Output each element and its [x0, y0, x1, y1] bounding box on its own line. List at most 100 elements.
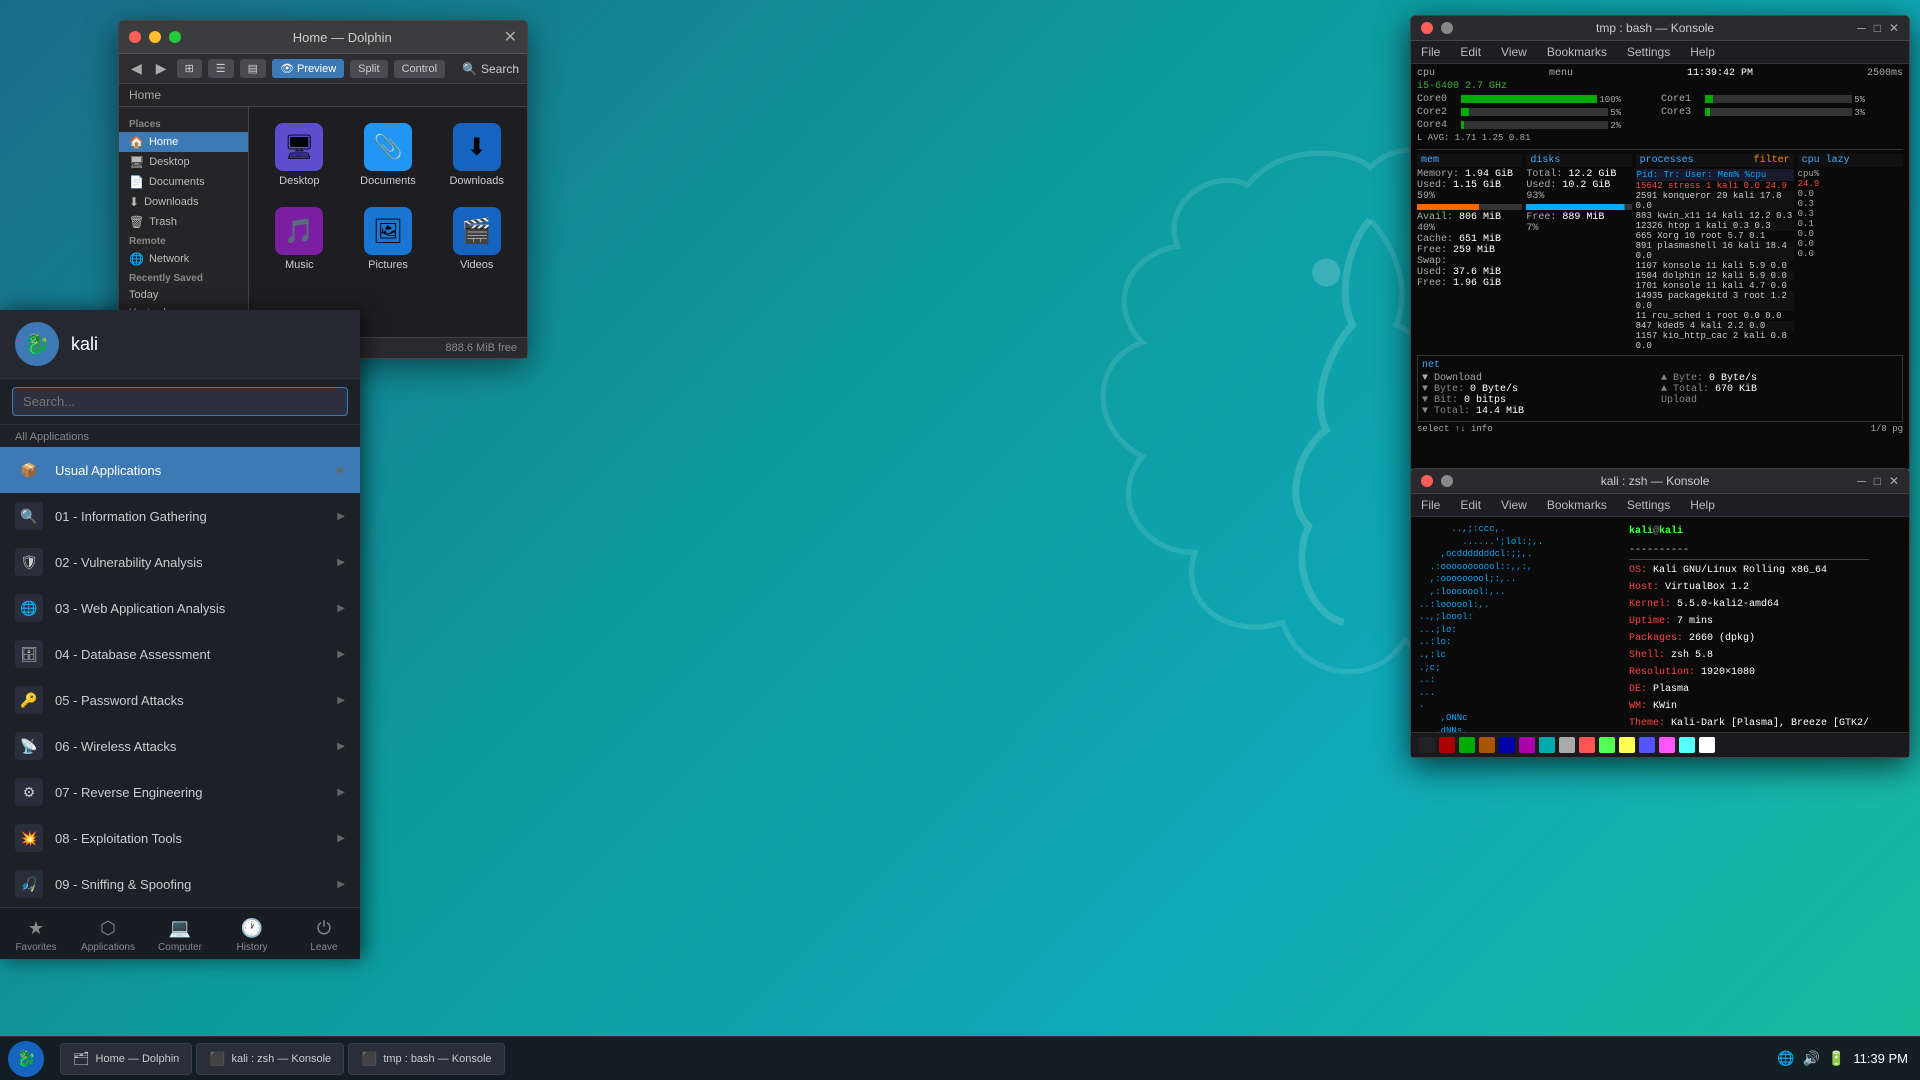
- swap-free: 1.96 GiB: [1453, 278, 1501, 289]
- launcher-reverse-engineering[interactable]: ⚙ 07 - Reverse Engineering ▶: [0, 769, 360, 815]
- footer-applications[interactable]: ⬡ Applications: [72, 908, 144, 959]
- videos-folder-icon: 🎬: [453, 207, 501, 255]
- konsole-top-max-icon[interactable]: □: [1874, 21, 1881, 35]
- konsole-top-file-menu[interactable]: File: [1417, 43, 1444, 61]
- launcher-password-attacks[interactable]: 🔑 05 - Password Attacks ▶: [0, 677, 360, 723]
- view-list-button[interactable]: ☰: [208, 59, 234, 78]
- taskbar-bash-btn[interactable]: ⬛ tmp : bash — Konsole: [348, 1043, 504, 1075]
- core1-pct: 5%: [1854, 95, 1865, 105]
- launcher-sniffing-spoofing[interactable]: 🎣 09 - Sniffing & Spoofing ▶: [0, 861, 360, 907]
- pagination: 1/8 pg: [1871, 424, 1903, 434]
- battery-tray-icon[interactable]: 🔋: [1828, 1050, 1845, 1067]
- taskbar-dolphin-btn[interactable]: 🗂 Home — Dolphin: [60, 1043, 192, 1075]
- konsole-bottom-edit-menu[interactable]: Edit: [1456, 496, 1485, 514]
- konsole-top-bookmarks-menu[interactable]: Bookmarks: [1543, 43, 1611, 61]
- mem-total: 1.94 GiB: [1465, 169, 1513, 180]
- music-folder-icon: 🎵: [275, 207, 323, 255]
- sidebar-item-today[interactable]: Today: [119, 286, 248, 304]
- minimize-button[interactable]: [149, 31, 161, 43]
- process-row-stress: 15642 stress 1 kali 0.0 24.9: [1636, 181, 1794, 191]
- downloads-icon: ⬇: [129, 195, 139, 209]
- konsole-bottom-view-menu[interactable]: View: [1497, 496, 1531, 514]
- launcher-db-assessment[interactable]: 🗄 04 - Database Assessment ▶: [0, 631, 360, 677]
- file-item-documents[interactable]: 📎 Documents: [348, 117, 429, 193]
- konsole-bottom-settings-menu[interactable]: Settings: [1623, 496, 1674, 514]
- kali-logo-icon: 🐉: [16, 1049, 36, 1069]
- konsole-top-min-icon[interactable]: ─: [1857, 21, 1866, 35]
- footer-computer[interactable]: 💻 Computer: [144, 908, 216, 959]
- konsole-top-edit-menu[interactable]: Edit: [1456, 43, 1485, 61]
- zsh-taskbar-label: kali : zsh — Konsole: [231, 1053, 331, 1065]
- launcher-web-analysis[interactable]: 🌐 03 - Web Application Analysis ▶: [0, 585, 360, 631]
- mem-bar: [1417, 204, 1522, 210]
- control-button[interactable]: Control: [394, 60, 445, 78]
- file-item-desktop[interactable]: 🖥 Desktop: [259, 117, 340, 193]
- footer-favorites[interactable]: ★ Favorites: [0, 908, 72, 959]
- split-button[interactable]: Split: [350, 60, 387, 78]
- file-item-music[interactable]: 🎵 Music: [259, 201, 340, 277]
- dl-byte: 0 Byte/s: [1470, 384, 1518, 395]
- core4-pct: 2%: [1610, 121, 1621, 131]
- launcher-footer: ★ Favorites ⬡ Applications 💻 Computer 🕐 …: [0, 907, 360, 959]
- konsole-bottom-help-menu[interactable]: Help: [1686, 496, 1719, 514]
- forward-button[interactable]: ▶: [152, 58, 171, 79]
- taskbar-zsh-btn[interactable]: ⬛ kali : zsh — Konsole: [196, 1043, 344, 1075]
- usual-apps-icon: 📦: [15, 456, 43, 484]
- konsole-top-window: tmp : bash — Konsole ─ □ ✕ File Edit Vie…: [1410, 15, 1910, 470]
- dolphin-taskbar-label: Home — Dolphin: [96, 1053, 180, 1065]
- mem-header: mem: [1417, 154, 1522, 167]
- sidebar-item-downloads[interactable]: ⬇ Downloads: [119, 192, 248, 212]
- file-item-downloads[interactable]: ⬇ Downloads: [436, 117, 517, 193]
- sidebar-item-documents[interactable]: 📄 Documents: [119, 172, 248, 192]
- footer-history[interactable]: 🕐 History: [216, 908, 288, 959]
- back-button[interactable]: ◀: [127, 58, 146, 79]
- launcher-exploitation-tools[interactable]: 💥 08 - Exploitation Tools ▶: [0, 815, 360, 861]
- konsole-top-view-menu[interactable]: View: [1497, 43, 1531, 61]
- maximize-button[interactable]: [169, 31, 181, 43]
- konsole-bottom-close[interactable]: [1421, 475, 1433, 487]
- cpu-core3-row: Core3 3%: [1661, 107, 1903, 118]
- konsole-bottom-min-icon[interactable]: ─: [1857, 474, 1866, 488]
- sidebar-item-network[interactable]: 🌐 Network: [119, 249, 248, 269]
- konsole-top-close[interactable]: [1421, 22, 1433, 34]
- launcher-wireless-attacks[interactable]: 📡 06 - Wireless Attacks ▶: [0, 723, 360, 769]
- disk-free-pct: 7%: [1526, 223, 1631, 234]
- color-dark-yellow: [1479, 737, 1495, 753]
- launcher-vuln-analysis[interactable]: 🛡 02 - Vulnerability Analysis ▶: [0, 539, 360, 585]
- launcher-usual-apps[interactable]: 📦 Usual Applications ▶: [0, 447, 360, 493]
- launcher-info-gathering[interactable]: 🔍 01 - Information Gathering ▶: [0, 493, 360, 539]
- konsole-bottom-max-icon[interactable]: □: [1874, 474, 1881, 488]
- videos-label: Videos: [460, 259, 493, 271]
- konsole-top-title: tmp : bash — Konsole: [1461, 21, 1849, 35]
- konsole-bottom-file-menu[interactable]: File: [1417, 496, 1444, 514]
- close-button[interactable]: [129, 31, 141, 43]
- mem-used: 1.15 GiB: [1453, 180, 1501, 191]
- file-item-videos[interactable]: 🎬 Videos: [436, 201, 517, 277]
- color-dark-magenta: [1519, 737, 1535, 753]
- konsole-bottom-bookmarks-menu[interactable]: Bookmarks: [1543, 496, 1611, 514]
- footer-leave[interactable]: ⏻ Leave: [288, 908, 360, 959]
- file-item-pictures[interactable]: 🖼 Pictures: [348, 201, 429, 277]
- kali-menu-button[interactable]: 🐉: [8, 1041, 44, 1077]
- launcher-search-input[interactable]: [12, 387, 348, 416]
- volume-tray-icon[interactable]: 🔊: [1802, 1050, 1819, 1067]
- launcher-avatar: 🐉: [15, 322, 59, 366]
- sidebar-item-desktop[interactable]: 🖥 Desktop: [119, 152, 248, 172]
- konsole-top-close-icon[interactable]: ✕: [1889, 21, 1899, 35]
- db-assessment-icon: 🗄: [15, 640, 43, 668]
- view-icons-button[interactable]: ⊞: [177, 59, 202, 78]
- view-details-button[interactable]: ▤: [240, 59, 266, 78]
- search-label[interactable]: Search: [481, 62, 519, 76]
- taskbar-clock-display[interactable]: 11:39 PM: [1853, 1051, 1908, 1066]
- konsole-top-help-menu[interactable]: Help: [1686, 43, 1719, 61]
- konsole-top-dot: [1441, 22, 1453, 34]
- dolphin-close-icon[interactable]: ✕: [504, 27, 517, 47]
- preview-button[interactable]: 👁 Preview: [272, 59, 344, 78]
- konsole-top-settings-menu[interactable]: Settings: [1623, 43, 1674, 61]
- sidebar-item-trash[interactable]: 🗑 Trash: [119, 212, 248, 232]
- process-list-header: Pid: Tr: User: Mem% %cpu: [1636, 169, 1794, 181]
- network-tray-icon[interactable]: 🌐: [1777, 1050, 1794, 1067]
- konsole-bottom-close-icon[interactable]: ✕: [1889, 474, 1899, 488]
- sidebar-item-home[interactable]: 🏠 Home: [119, 132, 248, 152]
- process-row-kiocache: 1157 kio_http_cac 2 kali 0.8 0.0: [1636, 331, 1794, 351]
